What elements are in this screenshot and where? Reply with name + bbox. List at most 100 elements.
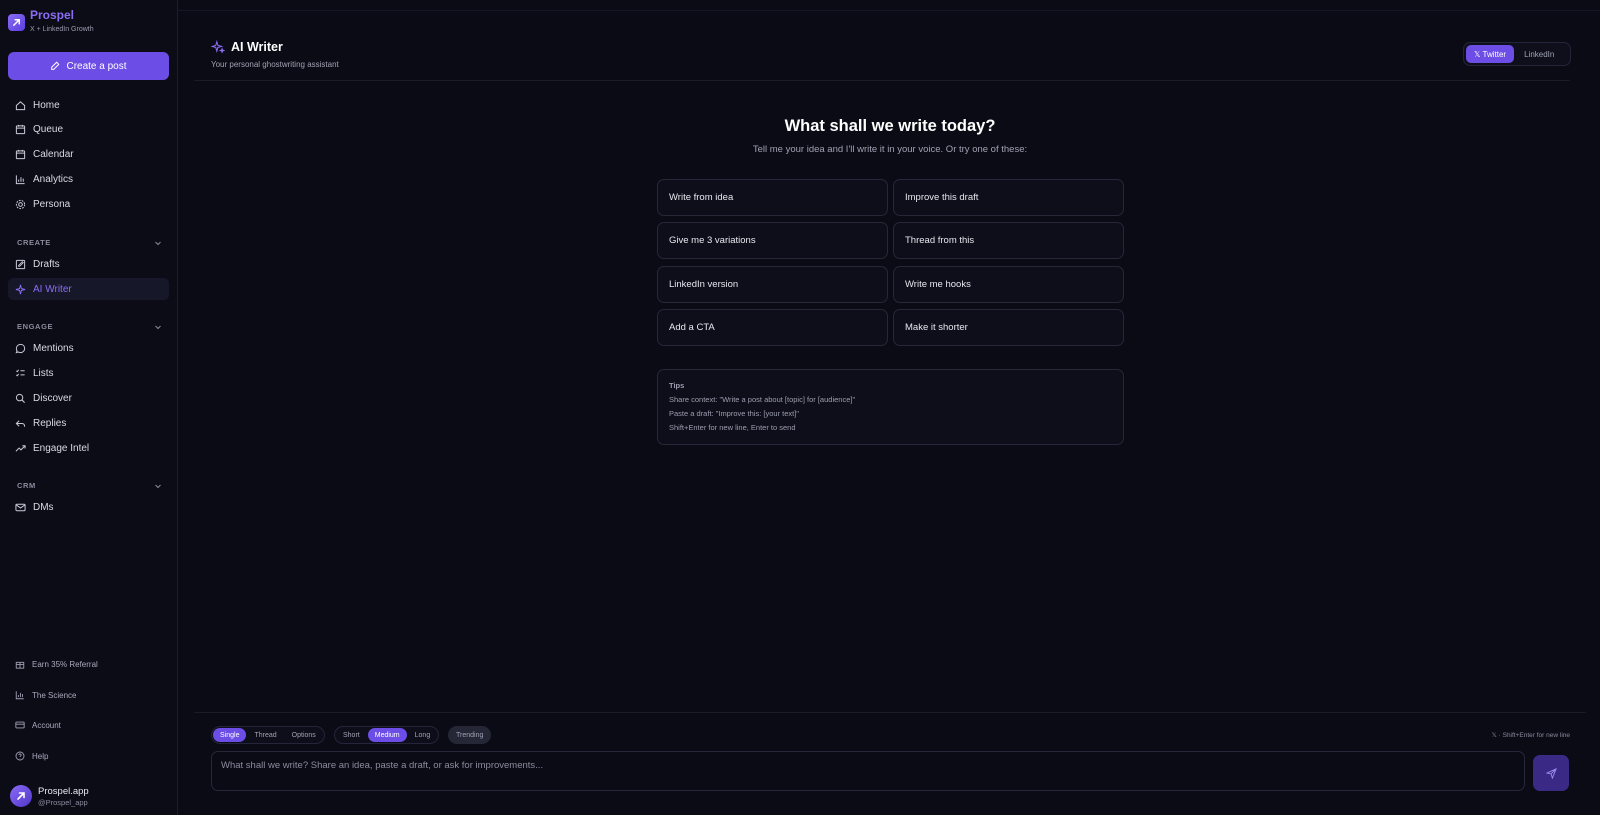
section-crm-label: CRM bbox=[17, 481, 36, 490]
suggestion-improve-draft[interactable]: Improve this draft bbox=[893, 179, 1124, 216]
profile[interactable]: Prospel.app @Prospel_app bbox=[10, 785, 89, 807]
length-short-button[interactable]: Short bbox=[336, 728, 367, 742]
sidebar-item-replies[interactable]: Replies bbox=[8, 412, 169, 434]
sidebar-item-label: Engage Intel bbox=[33, 442, 90, 454]
tip-line: Shift+Enter for new line, Enter to send bbox=[669, 423, 796, 432]
platform-linkedin-button[interactable]: LinkedIn bbox=[1516, 45, 1562, 63]
suggestion-write-from-idea[interactable]: Write from idea bbox=[657, 179, 888, 216]
search-icon bbox=[15, 393, 26, 404]
composer-divider bbox=[194, 712, 1586, 713]
sidebar-item-mentions[interactable]: Mentions bbox=[8, 337, 169, 359]
sidebar-item-label: Mentions bbox=[33, 342, 74, 354]
page-title-text: AI Writer bbox=[231, 40, 283, 54]
create-post-button[interactable]: Create a post bbox=[8, 52, 169, 80]
chevron-down-icon bbox=[154, 482, 162, 490]
compose-box bbox=[211, 751, 1525, 791]
suggestion-linkedin-version[interactable]: LinkedIn version bbox=[657, 266, 888, 303]
card-icon bbox=[15, 720, 25, 730]
footer-item-label: Earn 35% Referral bbox=[32, 659, 98, 669]
brand-name: Prospel bbox=[30, 8, 75, 22]
suggestion-shorter[interactable]: Make it shorter bbox=[893, 309, 1124, 346]
lists-icon bbox=[15, 368, 26, 379]
chart-icon bbox=[15, 690, 25, 700]
suggestion-add-cta[interactable]: Add a CTA bbox=[657, 309, 888, 346]
section-engage-label: ENGAGE bbox=[17, 322, 54, 331]
page-subtitle: Your personal ghostwriting assistant bbox=[211, 60, 339, 69]
sidebar-item-discover[interactable]: Discover bbox=[8, 387, 169, 409]
format-options-button[interactable]: Options bbox=[285, 728, 323, 742]
sidebar-item-label: Analytics bbox=[33, 173, 74, 185]
profile-name: Prospel.app bbox=[38, 785, 89, 797]
logo-icon bbox=[8, 14, 25, 31]
section-engage[interactable]: ENGAGE bbox=[17, 322, 162, 331]
tips-title: Tips bbox=[669, 381, 685, 390]
shortcut-hint: 𝕏 · Shift+Enter for new line bbox=[1491, 732, 1570, 739]
send-icon bbox=[1545, 767, 1557, 779]
persona-icon bbox=[15, 199, 26, 210]
edit-icon bbox=[50, 61, 60, 71]
footer-item-science[interactable]: The Science bbox=[8, 686, 169, 704]
mentions-icon bbox=[15, 343, 26, 354]
avatar bbox=[10, 785, 32, 807]
help-icon bbox=[15, 751, 25, 761]
sidebar-item-label: Home bbox=[33, 99, 60, 111]
length-long-button[interactable]: Long bbox=[408, 728, 438, 742]
footer-item-help[interactable]: Help bbox=[8, 747, 169, 765]
footer-item-referral[interactable]: Earn 35% Referral bbox=[8, 655, 169, 673]
section-create-label: CREATE bbox=[17, 238, 51, 247]
sidebar-item-lists[interactable]: Lists bbox=[8, 362, 169, 384]
sidebar-item-ai-writer[interactable]: AI Writer bbox=[8, 278, 169, 300]
footer-item-label: Help bbox=[32, 751, 49, 761]
footer-item-label: Account bbox=[32, 720, 61, 730]
format-single-button[interactable]: Single bbox=[213, 728, 247, 742]
platform-toggle: 𝕏 Twitter LinkedIn bbox=[1463, 42, 1571, 66]
top-divider bbox=[178, 10, 1600, 11]
tip-line: Share context: "Write a post about [topi… bbox=[669, 395, 856, 404]
section-create[interactable]: CREATE bbox=[17, 238, 162, 247]
sidebar-item-dms[interactable]: DMs bbox=[8, 496, 169, 518]
sidebar-item-label: Persona bbox=[33, 198, 71, 210]
chevron-down-icon bbox=[154, 323, 162, 331]
tip-line: Paste a draft: "Improve this: [your text… bbox=[669, 409, 799, 418]
length-medium-button[interactable]: Medium bbox=[367, 728, 407, 742]
analytics-icon bbox=[15, 174, 26, 185]
mail-icon bbox=[15, 502, 26, 513]
trend-icon bbox=[15, 443, 26, 454]
sidebar-item-persona[interactable]: Persona bbox=[8, 193, 169, 215]
platform-twitter-button[interactable]: 𝕏 Twitter bbox=[1466, 45, 1515, 63]
page-header: AI Writer Your personal ghostwriting ass… bbox=[211, 40, 339, 69]
trending-button[interactable]: Trending bbox=[448, 726, 492, 744]
section-crm[interactable]: CRM bbox=[17, 481, 162, 490]
page-title: AI Writer bbox=[211, 40, 339, 54]
sidebar-item-home[interactable]: Home bbox=[8, 94, 169, 116]
drafts-icon bbox=[15, 259, 26, 270]
reply-icon bbox=[15, 418, 26, 429]
sidebar-item-drafts[interactable]: Drafts bbox=[8, 253, 169, 275]
format-thread-button[interactable]: Thread bbox=[247, 728, 283, 742]
sidebar-item-label: Lists bbox=[33, 367, 54, 379]
sidebar-item-label: DMs bbox=[33, 501, 54, 513]
hero-title: What shall we write today? bbox=[784, 117, 996, 135]
footer-item-account[interactable]: Account bbox=[8, 716, 169, 734]
suggestion-thread[interactable]: Thread from this bbox=[893, 222, 1124, 259]
sidebar-item-analytics[interactable]: Analytics bbox=[8, 168, 169, 190]
suggestion-hooks[interactable]: Write me hooks bbox=[893, 266, 1124, 303]
home-icon bbox=[15, 100, 26, 111]
sparkles-icon bbox=[15, 284, 26, 295]
tips-card: Tips Share context: "Write a post about … bbox=[657, 369, 1124, 445]
length-selector: Short Medium Long bbox=[334, 726, 440, 744]
sparkles-icon bbox=[211, 40, 225, 54]
profile-handle: @Prospel_app bbox=[38, 797, 88, 807]
brand-tagline: X + LinkedIn Growth bbox=[30, 26, 94, 33]
compose-input[interactable] bbox=[221, 760, 1515, 771]
chevron-down-icon bbox=[154, 239, 162, 247]
sidebar-item-label: Drafts bbox=[33, 258, 60, 270]
create-post-label: Create a post bbox=[66, 60, 127, 72]
brand[interactable]: Prospel X + LinkedIn Growth bbox=[8, 8, 94, 33]
send-button[interactable] bbox=[1533, 755, 1569, 791]
footer-item-label: The Science bbox=[32, 690, 77, 700]
suggestion-variations[interactable]: Give me 3 variations bbox=[657, 222, 888, 259]
sidebar-item-label: Discover bbox=[33, 392, 72, 404]
format-selector: Single Thread Options bbox=[211, 726, 325, 744]
sidebar-item-engage-intel[interactable]: Engage Intel bbox=[8, 437, 169, 459]
